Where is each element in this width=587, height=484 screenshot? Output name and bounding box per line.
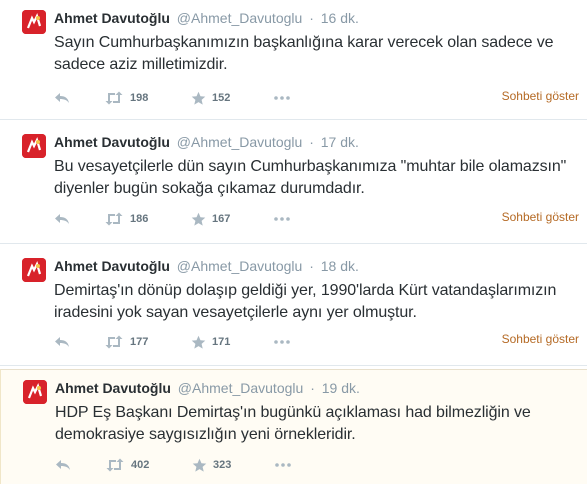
favorite-count: 152 bbox=[212, 92, 231, 104]
favorite-button[interactable]: 323 bbox=[192, 458, 231, 473]
more-dots-icon bbox=[274, 340, 290, 344]
more-dots-icon bbox=[275, 463, 291, 467]
favorite-count: 167 bbox=[212, 213, 231, 225]
tweet-text: Sayın Cumhurbaşkanımızın başkanlığına ka… bbox=[54, 34, 554, 73]
author-fullname[interactable]: Ahmet Davutoğlu bbox=[55, 380, 171, 396]
favorite-star-icon bbox=[191, 91, 206, 105]
view-conversation-link[interactable]: Sohbeti göster bbox=[502, 210, 579, 224]
retweet-icon bbox=[105, 91, 123, 105]
tweet-text: Demirtaş'ın dönüp dolaşıp geldiği yer, 1… bbox=[54, 282, 557, 321]
tweet-timestamp[interactable]: 17 dk. bbox=[321, 134, 359, 150]
favorite-star-icon bbox=[192, 458, 207, 472]
favorite-count: 171 bbox=[212, 336, 231, 348]
favorite-count: 323 bbox=[213, 459, 232, 471]
avatar-logo-icon bbox=[23, 380, 47, 404]
avatar[interactable] bbox=[23, 380, 47, 404]
separator-dot: · bbox=[309, 258, 314, 274]
reply-icon bbox=[55, 337, 69, 347]
author-username[interactable]: @Ahmet_Davutoglu bbox=[178, 380, 304, 396]
more-button[interactable] bbox=[274, 340, 290, 344]
retweet-icon bbox=[105, 335, 123, 349]
tweet-timestamp[interactable]: 18 dk. bbox=[321, 258, 359, 274]
more-dots-icon bbox=[274, 217, 290, 221]
reply-icon bbox=[56, 460, 70, 470]
reply-button[interactable] bbox=[54, 91, 84, 105]
view-conversation-link[interactable]: Sohbeti göster bbox=[502, 89, 579, 103]
retweet-count: 177 bbox=[130, 336, 149, 348]
retweet-count: 186 bbox=[130, 213, 149, 225]
tweet-text: HDP Eş Başkanı Demirtaş'ın bugünkü açıkl… bbox=[55, 404, 531, 443]
favorite-button[interactable]: 171 bbox=[191, 335, 230, 350]
retweet-count: 198 bbox=[130, 92, 149, 104]
more-button[interactable] bbox=[274, 96, 290, 100]
retweet-button[interactable]: 402 bbox=[105, 458, 149, 472]
more-button[interactable] bbox=[274, 217, 290, 221]
separator-dot: · bbox=[310, 380, 315, 396]
reply-button[interactable] bbox=[54, 335, 84, 349]
tweet-timestamp[interactable]: 19 dk. bbox=[322, 380, 360, 396]
more-dots-icon bbox=[274, 96, 290, 100]
favorite-star-icon bbox=[191, 335, 206, 349]
reply-button[interactable] bbox=[54, 212, 84, 226]
retweet-button[interactable]: 177 bbox=[104, 335, 148, 349]
tweet-header: Ahmet Davutoğlu @Ahmet_Davutoglu · 18 dk… bbox=[54, 258, 359, 274]
more-button[interactable] bbox=[275, 463, 291, 467]
favorite-button[interactable]: 152 bbox=[191, 91, 230, 106]
reply-button[interactable] bbox=[55, 458, 85, 472]
avatar[interactable] bbox=[22, 134, 46, 158]
separator-dot: · bbox=[309, 10, 314, 26]
tweet-timeline: Ahmet Davutoğlu @Ahmet_Davutoglu · 16 dk… bbox=[0, 0, 587, 484]
tweet-actions: 402 323 bbox=[55, 455, 585, 475]
avatar[interactable] bbox=[22, 10, 46, 34]
avatar-logo-icon bbox=[22, 10, 46, 34]
retweet-button[interactable]: 198 bbox=[104, 91, 148, 105]
tweet-text: Bu vesayetçilerle dün sayın Cumhurbaşkan… bbox=[54, 158, 567, 197]
author-username[interactable]: @Ahmet_Davutoglu bbox=[177, 258, 303, 274]
retweet-button[interactable]: 186 bbox=[104, 212, 148, 226]
author-fullname[interactable]: Ahmet Davutoğlu bbox=[54, 258, 170, 274]
reply-icon bbox=[55, 214, 69, 224]
favorite-star-icon bbox=[191, 212, 206, 226]
avatar[interactable] bbox=[22, 258, 46, 282]
tweet-item[interactable]: Ahmet Davutoğlu @Ahmet_Davutoglu · 16 dk… bbox=[0, 0, 587, 120]
tweet-header: Ahmet Davutoğlu @Ahmet_Davutoglu · 17 dk… bbox=[54, 134, 359, 150]
separator-dot: · bbox=[309, 134, 314, 150]
avatar-logo-icon bbox=[22, 134, 46, 158]
tweet-item[interactable]: Ahmet Davutoğlu @Ahmet_Davutoglu · 17 dk… bbox=[0, 124, 587, 244]
author-fullname[interactable]: Ahmet Davutoğlu bbox=[54, 10, 170, 26]
tweet-item-highlighted[interactable]: Ahmet Davutoğlu @Ahmet_Davutoglu · 19 dk… bbox=[0, 369, 587, 484]
avatar-logo-icon bbox=[22, 258, 46, 282]
tweet-header: Ahmet Davutoğlu @Ahmet_Davutoglu · 16 dk… bbox=[54, 10, 359, 26]
author-username[interactable]: @Ahmet_Davutoglu bbox=[177, 10, 303, 26]
retweet-count: 402 bbox=[131, 459, 150, 471]
author-username[interactable]: @Ahmet_Davutoglu bbox=[177, 134, 303, 150]
author-fullname[interactable]: Ahmet Davutoğlu bbox=[54, 134, 170, 150]
favorite-button[interactable]: 167 bbox=[191, 212, 230, 227]
tweet-header: Ahmet Davutoğlu @Ahmet_Davutoglu · 19 dk… bbox=[55, 380, 360, 396]
retweet-icon bbox=[106, 458, 124, 472]
tweet-timestamp[interactable]: 16 dk. bbox=[321, 10, 359, 26]
view-conversation-link[interactable]: Sohbeti göster bbox=[502, 332, 579, 346]
tweet-item[interactable]: Ahmet Davutoğlu @Ahmet_Davutoglu · 18 dk… bbox=[0, 248, 587, 366]
reply-icon bbox=[55, 93, 69, 103]
retweet-icon bbox=[105, 212, 123, 226]
